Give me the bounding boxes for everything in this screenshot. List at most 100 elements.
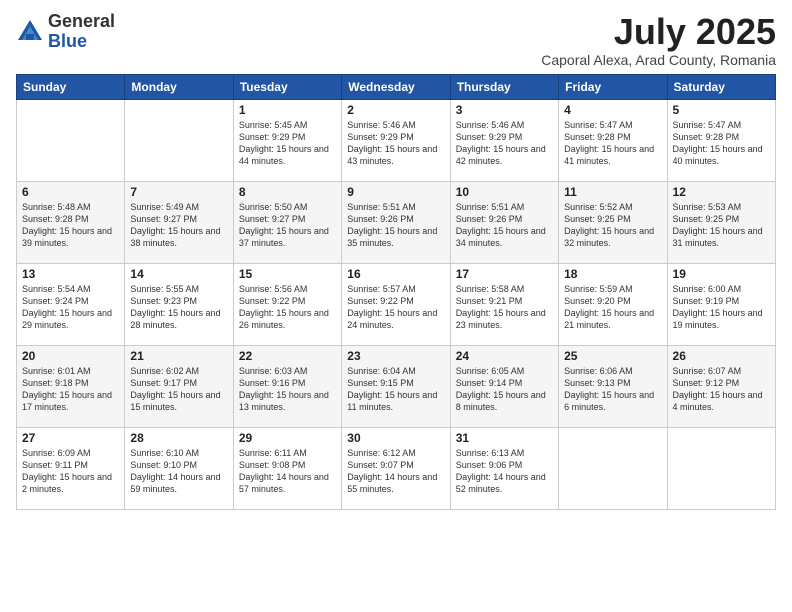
- header: General Blue July 2025 Caporal Alexa, Ar…: [16, 12, 776, 68]
- day-number: 17: [456, 267, 553, 281]
- logo-text: General Blue: [48, 12, 115, 52]
- day-number: 1: [239, 103, 336, 117]
- day-info: Sunrise: 5:59 AMSunset: 9:20 PMDaylight:…: [564, 283, 661, 332]
- table-row: 27 Sunrise: 6:09 AMSunset: 9:11 PMDayligh…: [17, 427, 125, 509]
- table-row: [667, 427, 775, 509]
- table-row: 1 Sunrise: 5:45 AMSunset: 9:29 PMDaylight…: [233, 99, 341, 181]
- table-row: [125, 99, 233, 181]
- day-info: Sunrise: 5:46 AMSunset: 9:29 PMDaylight:…: [456, 119, 553, 168]
- table-row: 4Sunrise: 5:47 AMSunset: 9:28 PMDaylight…: [559, 99, 667, 181]
- table-row: 29 Sunrise: 6:11 AMSunset: 9:08 PMDayligh…: [233, 427, 341, 509]
- day-number: 12: [673, 185, 770, 199]
- day-number: 15: [239, 267, 336, 281]
- calendar-week-row: 20 Sunrise: 6:01 AMSunset: 9:18 PMDayligh…: [17, 345, 776, 427]
- table-row: 28Sunrise: 6:10 AMSunset: 9:10 PMDayligh…: [125, 427, 233, 509]
- day-info: Sunrise: 5:51 AMSunset: 9:26 PMDaylight:…: [456, 201, 553, 250]
- day-info: Sunrise: 5:57 AMSunset: 9:22 PMDaylight:…: [347, 283, 444, 332]
- table-row: 21Sunrise: 6:02 AMSunset: 9:17 PMDayligh…: [125, 345, 233, 427]
- table-row: 25Sunrise: 6:06 AMSunset: 9:13 PMDayligh…: [559, 345, 667, 427]
- day-number: 7: [130, 185, 227, 199]
- table-row: 14 Sunrise: 5:55 AMSunset: 9:23 PMDayligh…: [125, 263, 233, 345]
- calendar-week-row: 1 Sunrise: 5:45 AMSunset: 9:29 PMDaylight…: [17, 99, 776, 181]
- day-info: Sunrise: 6:09 AMSunset: 9:11 PMDaylight:…: [22, 447, 119, 496]
- day-info: Sunrise: 5:55 AMSunset: 9:23 PMDaylight:…: [130, 283, 227, 332]
- day-number: 13: [22, 267, 119, 281]
- day-info: Sunrise: 5:45 AMSunset: 9:29 PMDaylight:…: [239, 119, 336, 168]
- day-info: Sunrise: 5:47 AMSunset: 9:28 PMDaylight:…: [564, 119, 661, 168]
- col-thursday: Thursday: [450, 74, 558, 99]
- col-sunday: Sunday: [17, 74, 125, 99]
- day-info: Sunrise: 6:11 AMSunset: 9:08 PMDaylight:…: [239, 447, 336, 496]
- calendar: Sunday Monday Tuesday Wednesday Thursday…: [16, 74, 776, 510]
- day-number: 25: [564, 349, 661, 363]
- page: General Blue July 2025 Caporal Alexa, Ar…: [0, 0, 792, 612]
- title-month: July 2025: [541, 12, 776, 52]
- table-row: 18 Sunrise: 5:59 AMSunset: 9:20 PMDayligh…: [559, 263, 667, 345]
- table-row: 16 Sunrise: 5:57 AMSunset: 9:22 PMDayligh…: [342, 263, 450, 345]
- table-row: 19Sunrise: 6:00 AMSunset: 9:19 PMDayligh…: [667, 263, 775, 345]
- day-info: Sunrise: 6:13 AMSunset: 9:06 PMDaylight:…: [456, 447, 553, 496]
- table-row: 2 Sunrise: 5:46 AMSunset: 9:29 PMDaylight…: [342, 99, 450, 181]
- day-number: 21: [130, 349, 227, 363]
- day-info: Sunrise: 5:46 AMSunset: 9:29 PMDaylight:…: [347, 119, 444, 168]
- day-number: 18: [564, 267, 661, 281]
- day-number: 26: [673, 349, 770, 363]
- day-info: Sunrise: 6:05 AMSunset: 9:14 PMDaylight:…: [456, 365, 553, 414]
- table-row: 17 Sunrise: 5:58 AMSunset: 9:21 PMDayligh…: [450, 263, 558, 345]
- col-wednesday: Wednesday: [342, 74, 450, 99]
- table-row: 6Sunrise: 5:48 AMSunset: 9:28 PMDaylight…: [17, 181, 125, 263]
- table-row: 7 Sunrise: 5:49 AMSunset: 9:27 PMDaylight…: [125, 181, 233, 263]
- day-number: 20: [22, 349, 119, 363]
- table-row: 24Sunrise: 6:05 AMSunset: 9:14 PMDayligh…: [450, 345, 558, 427]
- logo-icon: [16, 18, 44, 46]
- table-row: 10Sunrise: 5:51 AMSunset: 9:26 PMDayligh…: [450, 181, 558, 263]
- table-row: 9Sunrise: 5:51 AMSunset: 9:26 PMDaylight…: [342, 181, 450, 263]
- calendar-week-row: 13 Sunrise: 5:54 AMSunset: 9:24 PMDayligh…: [17, 263, 776, 345]
- day-info: Sunrise: 6:10 AMSunset: 9:10 PMDaylight:…: [130, 447, 227, 496]
- calendar-header-row: Sunday Monday Tuesday Wednesday Thursday…: [17, 74, 776, 99]
- table-row: 22 Sunrise: 6:03 AMSunset: 9:16 PMDayligh…: [233, 345, 341, 427]
- day-number: 31: [456, 431, 553, 445]
- table-row: 8 Sunrise: 5:50 AMSunset: 9:27 PMDaylight…: [233, 181, 341, 263]
- day-info: Sunrise: 5:52 AMSunset: 9:25 PMDaylight:…: [564, 201, 661, 250]
- col-monday: Monday: [125, 74, 233, 99]
- col-friday: Friday: [559, 74, 667, 99]
- table-row: 30 Sunrise: 6:12 AMSunset: 9:07 PMDayligh…: [342, 427, 450, 509]
- day-info: Sunrise: 5:49 AMSunset: 9:27 PMDaylight:…: [130, 201, 227, 250]
- day-number: 30: [347, 431, 444, 445]
- calendar-week-row: 6Sunrise: 5:48 AMSunset: 9:28 PMDaylight…: [17, 181, 776, 263]
- day-info: Sunrise: 6:07 AMSunset: 9:12 PMDaylight:…: [673, 365, 770, 414]
- day-number: 6: [22, 185, 119, 199]
- col-tuesday: Tuesday: [233, 74, 341, 99]
- day-number: 27: [22, 431, 119, 445]
- title-block: July 2025 Caporal Alexa, Arad County, Ro…: [541, 12, 776, 68]
- day-number: 19: [673, 267, 770, 281]
- day-number: 8: [239, 185, 336, 199]
- table-row: [17, 99, 125, 181]
- day-info: Sunrise: 5:50 AMSunset: 9:27 PMDaylight:…: [239, 201, 336, 250]
- day-info: Sunrise: 6:01 AMSunset: 9:18 PMDaylight:…: [22, 365, 119, 414]
- table-row: 23Sunrise: 6:04 AMSunset: 9:15 PMDayligh…: [342, 345, 450, 427]
- day-number: 29: [239, 431, 336, 445]
- table-row: 15Sunrise: 5:56 AMSunset: 9:22 PMDayligh…: [233, 263, 341, 345]
- table-row: [559, 427, 667, 509]
- table-row: 3Sunrise: 5:46 AMSunset: 9:29 PMDaylight…: [450, 99, 558, 181]
- day-number: 22: [239, 349, 336, 363]
- day-info: Sunrise: 5:58 AMSunset: 9:21 PMDaylight:…: [456, 283, 553, 332]
- table-row: 11Sunrise: 5:52 AMSunset: 9:25 PMDayligh…: [559, 181, 667, 263]
- table-row: 26 Sunrise: 6:07 AMSunset: 9:12 PMDayligh…: [667, 345, 775, 427]
- title-location: Caporal Alexa, Arad County, Romania: [541, 52, 776, 68]
- table-row: 13 Sunrise: 5:54 AMSunset: 9:24 PMDayligh…: [17, 263, 125, 345]
- table-row: 20 Sunrise: 6:01 AMSunset: 9:18 PMDayligh…: [17, 345, 125, 427]
- day-number: 14: [130, 267, 227, 281]
- day-info: Sunrise: 5:54 AMSunset: 9:24 PMDaylight:…: [22, 283, 119, 332]
- table-row: 31 Sunrise: 6:13 AMSunset: 9:06 PMDayligh…: [450, 427, 558, 509]
- day-number: 2: [347, 103, 444, 117]
- day-number: 9: [347, 185, 444, 199]
- day-info: Sunrise: 6:03 AMSunset: 9:16 PMDaylight:…: [239, 365, 336, 414]
- day-number: 16: [347, 267, 444, 281]
- day-info: Sunrise: 6:12 AMSunset: 9:07 PMDaylight:…: [347, 447, 444, 496]
- day-info: Sunrise: 5:53 AMSunset: 9:25 PMDaylight:…: [673, 201, 770, 250]
- calendar-week-row: 27 Sunrise: 6:09 AMSunset: 9:11 PMDayligh…: [17, 427, 776, 509]
- table-row: 5Sunrise: 5:47 AMSunset: 9:28 PMDaylight…: [667, 99, 775, 181]
